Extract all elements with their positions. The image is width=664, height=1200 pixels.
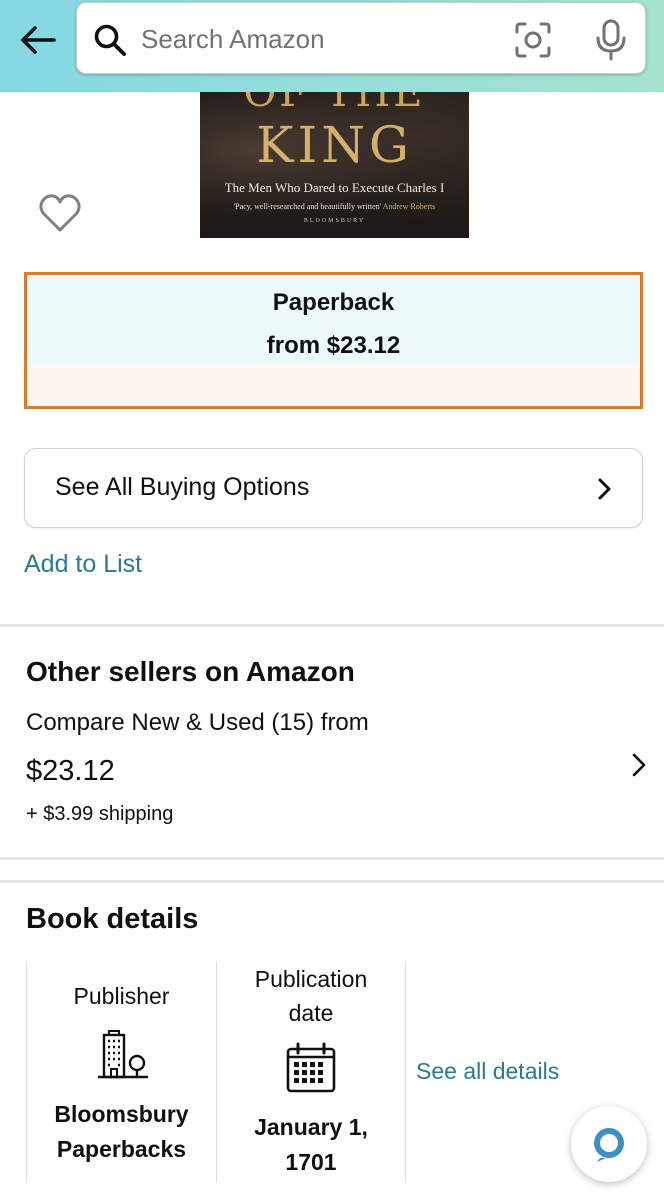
format-price: from $23.12 — [266, 332, 401, 359]
format-bottom-band — [27, 365, 640, 406]
section-divider — [0, 857, 664, 860]
compare-new-used: Compare New & Used (15) from — [26, 709, 369, 736]
cover-quote: 'Pacy, well-researched and beautifully w… — [233, 202, 436, 211]
chevron-right-icon — [632, 753, 646, 777]
detail-publisher[interactable]: Publisher Bloomsbury Paperbacks — [26, 962, 216, 1182]
alexa-button[interactable] — [571, 1106, 647, 1182]
other-sellers-title: Other sellers on Amazon — [26, 656, 355, 687]
cover-title-top: OF THE — [243, 92, 426, 116]
calendar-icon — [286, 1042, 336, 1093]
search-icon — [94, 24, 126, 56]
format-option-paperback[interactable]: Paperback from $23.12 — [24, 272, 643, 409]
back-arrow-icon — [21, 26, 56, 54]
add-to-list-link[interactable]: Add to List — [24, 550, 142, 579]
detail-publication-date[interactable]: Publication date January 1, 1701 — [216, 962, 406, 1182]
see-all-details-link[interactable]: See all details — [416, 1058, 559, 1085]
search-input[interactable] — [141, 17, 501, 61]
product-page: OF THE KING The Men Who Dared to Execute… — [0, 0, 664, 1200]
buying-options-label: See All Buying Options — [55, 473, 310, 501]
alexa-icon — [594, 1128, 624, 1162]
format-name: Paperback — [272, 289, 395, 316]
building-icon — [97, 1030, 148, 1079]
book-cover-image[interactable]: OF THE KING The Men Who Dared to Execute… — [200, 92, 469, 238]
search-header — [0, 0, 664, 92]
pubdate-value-line1: January 1, — [254, 1114, 368, 1140]
section-divider — [0, 880, 664, 883]
cover-title: KING — [256, 116, 413, 174]
camera-icon[interactable] — [513, 20, 553, 60]
back-button[interactable] — [14, 18, 62, 62]
book-details-title: Book details — [26, 903, 199, 935]
chevron-right-icon — [598, 478, 611, 500]
publisher-value-line1: Bloomsbury — [54, 1101, 189, 1127]
publisher-value-line2: Paperbacks — [56, 1136, 187, 1162]
heart-icon[interactable] — [38, 192, 82, 234]
pubdate-value-line2: 1701 — [285, 1149, 337, 1175]
other-sellers-price: $23.12 — [26, 755, 115, 787]
cover-publisher-mark: BLOOMSBURY — [303, 218, 366, 224]
see-all-buying-options-button[interactable]: See All Buying Options — [24, 448, 643, 528]
search-bar[interactable] — [76, 2, 646, 74]
publisher-label: Publisher — [73, 983, 170, 1009]
shipping-cost: + $3.99 shipping — [26, 803, 174, 825]
pubdate-label-line1: Publication — [254, 966, 368, 992]
section-divider — [0, 624, 664, 627]
cover-subtitle: The Men Who Dared to Execute Charles I — [224, 180, 445, 195]
microphone-icon[interactable] — [591, 18, 631, 62]
pubdate-label-line2: date — [288, 1000, 334, 1026]
